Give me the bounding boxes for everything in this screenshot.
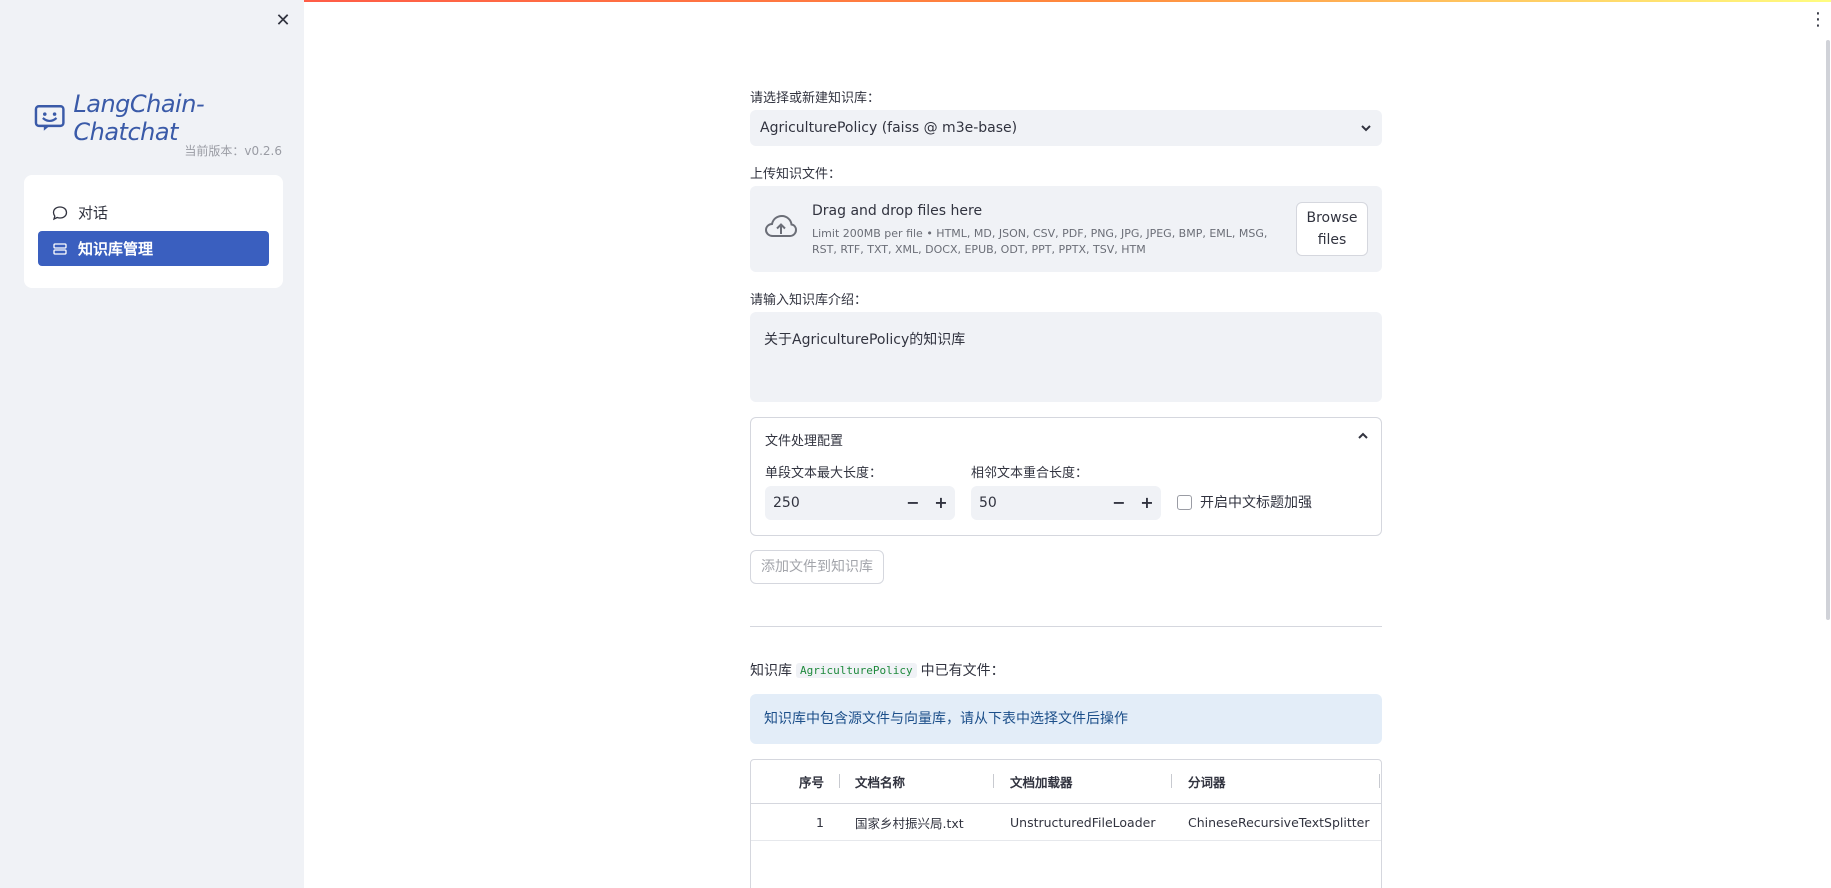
column-separator[interactable] bbox=[993, 774, 994, 788]
cell-loader: UnstructuredFileLoader bbox=[1010, 814, 1156, 830]
scrollbar[interactable] bbox=[1826, 40, 1830, 620]
browse-label-2: files bbox=[1317, 232, 1347, 248]
kb-name-code: AgriculturePolicy bbox=[796, 662, 917, 678]
cell-doc-name: 国家乡村振兴局.txt bbox=[855, 815, 964, 831]
chunk-size-stepper: 250 − + bbox=[765, 486, 955, 520]
kb-files-title: 知识库 AgriculturePolicy 中已有文件： bbox=[750, 660, 1005, 680]
chat-logo-icon bbox=[34, 105, 65, 131]
nav-item-label: 知识库管理 bbox=[78, 240, 154, 258]
expander-header[interactable]: 文件处理配置 bbox=[765, 430, 1369, 449]
kebab-menu-icon: ⋮ bbox=[1809, 9, 1827, 30]
cell-index: 1 bbox=[816, 814, 824, 830]
chunk-size-increment[interactable]: + bbox=[927, 486, 955, 520]
kb-files-title-suffix: 中已有文件： bbox=[920, 663, 1005, 679]
expander-title: 文件处理配置 bbox=[765, 434, 844, 449]
chunk-size-decrement[interactable]: − bbox=[899, 486, 927, 520]
add-files-button[interactable]: 添加文件到知识库 bbox=[750, 550, 884, 584]
header-doc-name[interactable]: 文档名称 bbox=[855, 760, 905, 803]
dropzone-limit: Limit 200MB per file • HTML, MD, JSON, C… bbox=[812, 227, 1268, 256]
kb-intro-textarea[interactable]: 关于AgriculturePolicy的知识库 bbox=[750, 312, 1382, 402]
overlap-increment[interactable]: + bbox=[1133, 486, 1161, 520]
info-alert: 知识库中包含源文件与向量库，请从下表中选择文件后操作 bbox=[750, 694, 1382, 744]
overlap-label: 相邻文本重合长度： bbox=[971, 466, 1089, 481]
column-separator[interactable] bbox=[1171, 774, 1172, 788]
kb-select-value: AgriculturePolicy (faiss @ m3e-base) bbox=[760, 120, 1018, 136]
upload-label: 上传知识文件： bbox=[750, 167, 842, 182]
chat-bubble-icon bbox=[52, 205, 68, 220]
kb-select-label: 请选择或新建知识库： bbox=[750, 91, 881, 106]
app-logo: LangChain-Chatchat bbox=[34, 90, 304, 146]
browse-files-button[interactable]: Browse files bbox=[1296, 202, 1368, 256]
logo-text: LangChain-Chatchat bbox=[73, 90, 205, 146]
table-row[interactable]: 1 国家乡村振兴局.txt UnstructuredFileLoader Chi… bbox=[751, 804, 1381, 841]
nav-menu: 对话 知识库管理 bbox=[24, 175, 283, 288]
overlap-decrement[interactable]: − bbox=[1105, 486, 1133, 520]
header-index[interactable]: 序号 bbox=[799, 760, 824, 803]
overlap-input[interactable]: 50 bbox=[971, 495, 1105, 511]
sidebar: ✕ LangChain-Chatchat 当前版本：v0.2.6 对话 知识库管… bbox=[0, 0, 304, 888]
cloud-upload-icon bbox=[764, 214, 798, 237]
file-dropzone[interactable]: Drag and drop files here Limit 200MB per… bbox=[750, 186, 1382, 272]
dropzone-title: Drag and drop files here bbox=[812, 203, 983, 219]
table-header-row: 序号 文档名称 文档加载器 分词器 bbox=[751, 760, 1381, 804]
nav-item-label: 对话 bbox=[78, 204, 109, 222]
zh-title-enhance-label: 开启中文标题加强 bbox=[1200, 495, 1312, 511]
column-separator[interactable] bbox=[1379, 774, 1380, 788]
nav-item-chat[interactable]: 对话 bbox=[38, 195, 269, 230]
column-separator[interactable] bbox=[839, 774, 840, 788]
divider bbox=[750, 626, 1382, 627]
nav-item-knowledge-base[interactable]: 知识库管理 bbox=[38, 231, 269, 266]
overlap-stepper: 50 − + bbox=[971, 486, 1161, 520]
intro-label: 请输入知识库介绍： bbox=[750, 293, 868, 308]
kb-select[interactable]: AgriculturePolicy (faiss @ m3e-base) bbox=[750, 110, 1382, 146]
main-menu-button[interactable]: ⋮ bbox=[1809, 10, 1827, 30]
chunk-size-label: 单段文本最大长度： bbox=[765, 466, 883, 481]
chevron-up-icon bbox=[1358, 432, 1368, 439]
close-icon: ✕ bbox=[275, 10, 291, 31]
files-table: 序号 文档名称 文档加载器 分词器 1 国家乡村振兴局.txt Unstruct… bbox=[750, 759, 1382, 888]
cell-splitter: ChineseRecursiveTextSplitter bbox=[1188, 814, 1370, 830]
header-splitter[interactable]: 分词器 bbox=[1188, 760, 1226, 803]
header-loader[interactable]: 文档加载器 bbox=[1010, 760, 1073, 803]
file-config-expander: 文件处理配置 单段文本最大长度： 250 − + 相邻文本重合长度： 50 − … bbox=[750, 417, 1382, 536]
chunk-size-input[interactable]: 250 bbox=[765, 495, 899, 511]
zh-title-enhance-option[interactable]: 开启中文标题加强 bbox=[1177, 492, 1312, 512]
chevron-down-icon bbox=[1361, 125, 1371, 132]
database-icon bbox=[53, 242, 67, 255]
zh-title-enhance-checkbox[interactable] bbox=[1177, 494, 1192, 510]
version-text: 当前版本：v0.2.6 bbox=[184, 144, 282, 158]
kb-files-title-prefix: 知识库 bbox=[750, 663, 792, 679]
close-sidebar-button[interactable]: ✕ bbox=[272, 10, 294, 32]
browse-label-1: Browse bbox=[1306, 210, 1358, 226]
